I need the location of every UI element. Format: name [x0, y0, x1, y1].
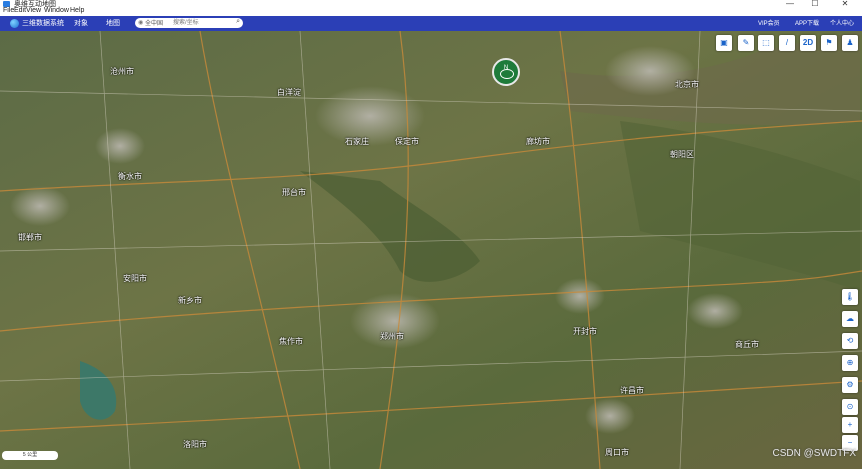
map-label: 安阳市 — [123, 274, 147, 283]
weather-button[interactable]: 🌡 — [842, 289, 858, 305]
map-label: 郑州市 — [380, 332, 404, 341]
search-input[interactable] — [173, 18, 233, 28]
maximize-button[interactable]: ☐ — [805, 0, 825, 8]
search-scope[interactable]: 全中国 — [145, 18, 163, 27]
compass-icon[interactable]: N — [492, 58, 520, 86]
edit-icon: ✎ — [742, 38, 750, 47]
zoom-in-button[interactable]: + — [842, 417, 858, 433]
map-label: 焦作市 — [279, 337, 303, 346]
view-2d-label: 2D — [802, 38, 814, 47]
map-label: 北京市 — [675, 80, 699, 89]
brand-label[interactable]: 三维数据系统 — [22, 18, 64, 28]
user-center-link[interactable]: 个人中心 — [830, 18, 854, 27]
location-button[interactable]: ⊕ — [842, 355, 858, 371]
menu-bar: File Edit View Window Help — [0, 7, 862, 16]
draw-button[interactable]: / — [779, 35, 795, 51]
map-label: 周口市 — [605, 448, 629, 457]
map-label: 商丘市 — [735, 340, 759, 349]
measure-icon: ⬚ — [762, 38, 770, 47]
pencil-icon: / — [785, 38, 789, 47]
rotate-icon: ⟲ — [846, 336, 854, 345]
menu-view[interactable]: View — [26, 7, 41, 14]
menu-help[interactable]: Help — [70, 7, 84, 14]
settings-button[interactable]: ⚙ — [842, 377, 858, 393]
map-label: 开封市 — [573, 327, 597, 336]
map-label: 白洋淀 — [277, 88, 301, 97]
compass-ring — [500, 69, 514, 79]
map-label: 沧州市 — [110, 67, 134, 76]
title-bar: 奥维互动地图 — ☐ ✕ — [0, 0, 862, 8]
rotate-button[interactable]: ⟲ — [842, 333, 858, 349]
menu-file[interactable]: File — [3, 7, 14, 14]
map-label: 廊坊市 — [526, 137, 550, 146]
satellite-imagery — [0, 31, 862, 469]
vip-link[interactable]: VIP会员 — [758, 18, 780, 27]
target-icon: ⊙ — [846, 402, 854, 411]
cloud-button[interactable]: ☁ — [842, 311, 858, 327]
map-view[interactable]: 沧州市白洋淀石家庄 保定市 廊坊市 北京市朝阳区衡水市邢台市邯郸市安阳市新乡市焦作市 郑… — [0, 31, 862, 469]
map-label: 邢台市 — [282, 188, 306, 197]
crosshair-icon: ⊕ — [846, 358, 854, 367]
map-label: 保定市 — [395, 137, 419, 146]
gear-icon: ⚙ — [846, 380, 854, 389]
menu-edit[interactable]: Edit — [14, 7, 26, 14]
minimize-button[interactable]: — — [780, 0, 800, 8]
cloud-icon: ☁ — [846, 314, 854, 323]
layers-button[interactable]: ▣ — [716, 35, 732, 51]
locate-button[interactable]: ⊙ — [842, 399, 858, 415]
layers-icon: ▣ — [720, 38, 728, 47]
toolbar: 三维数据系统 对象 地图 ◉ 全中国 ⌕ VIP会员 APP下载 个人中心 — [0, 16, 862, 31]
mark-button[interactable]: ⚑ — [821, 35, 837, 51]
map-label: 石家庄 — [345, 137, 369, 146]
flag-icon: ⚑ — [825, 38, 833, 47]
map-label: 衡水市 — [118, 172, 142, 181]
plus-icon: + — [847, 420, 853, 429]
map-label: 朝阳区 — [670, 150, 694, 159]
map-label: 邯郸市 — [18, 233, 42, 242]
globe-icon — [10, 19, 19, 28]
map-label: 洛阳市 — [183, 440, 207, 449]
map-menu[interactable]: 地图 — [106, 18, 120, 28]
person-icon: ♟ — [846, 38, 854, 47]
measure-button[interactable]: ⬚ — [758, 35, 774, 51]
minus-icon: − — [847, 438, 853, 447]
location-icon: ◉ — [138, 20, 144, 26]
thermometer-icon: 🌡 — [844, 292, 856, 301]
person-button[interactable]: ♟ — [842, 35, 858, 51]
objects-menu[interactable]: 对象 — [74, 18, 88, 28]
scale-bar: 5 公里 — [2, 451, 58, 460]
search-icon[interactable]: ⌕ — [236, 18, 240, 26]
close-button[interactable]: ✕ — [835, 0, 855, 8]
app-download-link[interactable]: APP下载 — [795, 18, 819, 27]
view-2d-button[interactable]: 2D — [800, 35, 816, 51]
search-box[interactable]: ◉ 全中国 ⌕ — [135, 18, 243, 28]
menu-window[interactable]: Window — [44, 7, 69, 14]
watermark: CSDN @SWDTFX — [772, 448, 856, 459]
tools-button[interactable]: ✎ — [738, 35, 754, 51]
map-label: 新乡市 — [178, 296, 202, 305]
map-label: 许昌市 — [620, 386, 644, 395]
